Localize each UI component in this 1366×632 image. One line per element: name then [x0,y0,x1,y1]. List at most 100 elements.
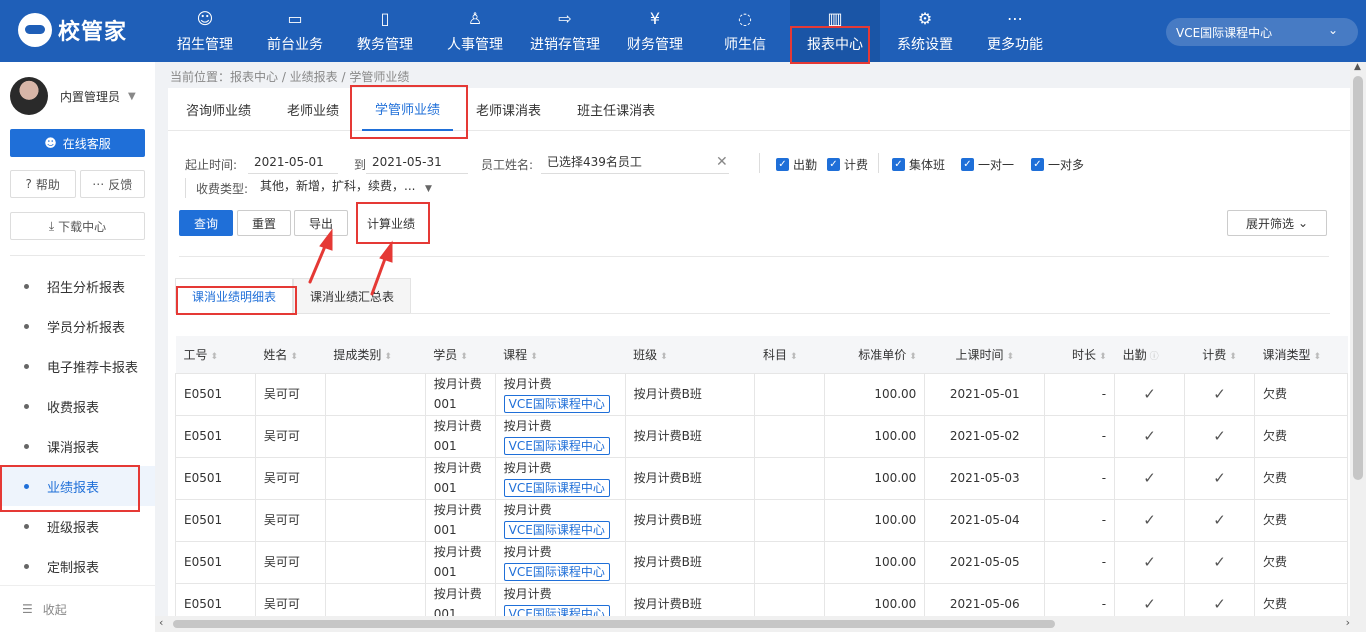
nav-reports[interactable]: ▥ 报表中心 [790,0,880,64]
logo-icon [18,13,52,47]
nav-academic[interactable]: ▯ 教务管理 [340,0,430,62]
sidebar: 内置管理员 ▼ ☻ 在线客服 ? 帮助 ⋯ 反馈 ⤓ 下载中心 招生分析报表 学员分析… [0,62,155,632]
cell-commission-type [325,583,426,616]
divider [878,153,879,173]
cell-commission-type [325,415,426,458]
online-service-button[interactable]: ☻ 在线客服 [10,129,145,157]
bullet-icon [24,443,29,449]
checkbox-billing[interactable]: ✓ 计费 [827,156,868,173]
course-name: 按月计费 [503,503,552,517]
col-commission-type[interactable]: 提成类别 ⬍ [325,336,426,374]
vertical-scrollbar[interactable]: ▲ [1350,62,1366,616]
check-icon: ✓ [1143,510,1156,529]
org-select[interactable]: VCE国际课程中心 ⌄ [1166,18,1358,46]
cell-student: 按月计费001 [425,373,496,416]
col-course[interactable]: 课程 ⬍ [495,336,626,374]
feedback-icon: ⋯ [92,177,105,191]
menu-item-consumption-report[interactable]: 课消报表 [0,426,155,466]
nav-settings[interactable]: ⚙ 系统设置 [880,0,970,62]
menu-item-fee-report[interactable]: 收费报表 [0,386,155,426]
query-button[interactable]: 查询 [179,210,233,236]
logo[interactable]: 校管家 [18,12,127,48]
monitor-icon: ▭ [287,8,303,28]
cell-staff-id: E0501 [175,373,256,416]
sort-icon: ⬍ [460,351,468,362]
expand-filter-button[interactable]: 展开筛选 ⌄ [1227,210,1327,236]
col-subject[interactable]: 科目 ⬍ [754,336,825,374]
checkbox-group-class[interactable]: ✓ 集体班 [892,156,945,173]
col-name[interactable]: 姓名 ⬍ [255,336,326,374]
date-to-input[interactable]: 2021-05-31 [366,152,468,174]
export-button[interactable]: 导出 [294,210,348,236]
table-row[interactable]: E0501 吴可可 按月计费001 按月计费 VCE国际课程中心 按月计费B班 100.00… [175,541,1348,584]
checkbox-one-on-one[interactable]: ✓ 一对一 [961,156,1014,173]
menu-item-class-report[interactable]: 班级报表 [0,506,155,546]
col-consumption-type[interactable]: 课消类型 ⬍ [1254,336,1348,374]
menu-item-custom-report[interactable]: 定制报表 [0,546,155,586]
scroll-up-icon[interactable]: ▲ [1354,62,1361,72]
checkbox-one-to-many[interactable]: ✓ 一对多 [1031,156,1084,173]
cell-course: 按月计费 VCE国际课程中心 [495,373,626,416]
nav-messaging[interactable]: ◌ 师生信 [700,0,790,62]
cell-unit-price: 100.00 [824,415,926,458]
check-icon: ✓ [1213,384,1226,403]
col-staff-id[interactable]: 工号 ⬍ [175,336,256,374]
help-circle-icon[interactable]: ⓘ [1150,352,1159,362]
date-from-input[interactable]: 2021-05-01 [248,152,338,174]
feedback-button[interactable]: ⋯ 反馈 [79,170,145,198]
col-attendance[interactable]: 出勤 ⓘ [1114,336,1185,374]
tab-homeroom-consumption[interactable]: 班主任课消表 [564,88,668,131]
cell-class: 按月计费B班 [625,415,756,458]
scroll-thumb[interactable] [1353,76,1363,480]
menu-item-referral-report[interactable]: 电子推荐卡报表 [0,346,155,386]
tab-summary[interactable]: 课消业绩汇总表 [293,278,412,314]
checkbox-attendance[interactable]: ✓ 出勤 [776,156,817,173]
tab-consultant[interactable]: 咨询师业绩 [173,88,264,131]
scroll-thumb[interactable] [173,620,1055,628]
col-duration[interactable]: 时长 ⬍ [1044,336,1115,374]
cell-duration: - [1044,499,1116,542]
table-row[interactable]: E0501 吴可可 按月计费001 按月计费 VCE国际课程中心 按月计费B班 100.00… [175,457,1348,500]
scroll-left-icon[interactable]: ‹ [159,616,163,629]
nav-front-desk[interactable]: ▭ 前台业务 [250,0,340,62]
checkbox-label: 出勤 [793,158,818,172]
clear-icon[interactable]: ✕ [716,154,728,170]
table-row[interactable]: E0501 吴可可 按月计费001 按月计费 VCE国际课程中心 按月计费B班 100.00… [175,373,1348,416]
nav-hr[interactable]: ♙ 人事管理 [430,0,520,62]
nav-enrollment[interactable]: ☺ 招生管理 [160,0,250,62]
col-class[interactable]: 班级 ⬍ [625,336,755,374]
table-row[interactable]: E0501 吴可可 按月计费001 按月计费 VCE国际课程中心 按月计费B班 100.00… [175,583,1348,616]
reset-button[interactable]: 重置 [237,210,291,236]
col-student[interactable]: 学员 ⬍ [425,336,496,374]
collapse-button[interactable]: ☰ 收起 [0,585,155,632]
col-class-time[interactable]: 上课时间 ⬍ [924,336,1045,374]
cell-subject [754,499,826,542]
nav-inventory[interactable]: ⇨ 进销存管理 [520,0,610,62]
divider [10,255,145,256]
download-center-button[interactable]: ⤓ 下载中心 [10,212,145,240]
chart-icon: ▥ [827,8,843,28]
menu-item-performance-report[interactable]: 业绩报表 [0,465,155,512]
sort-icon: ⬍ [1099,351,1107,362]
table-row[interactable]: E0501 吴可可 按月计费001 按月计费 VCE国际课程中心 按月计费B班 100.00… [175,415,1348,458]
menu-item-student-report[interactable]: 学员分析报表 [0,306,155,346]
staff-select[interactable]: 已选择439名员工 [541,152,729,174]
tab-teacher-consumption[interactable]: 老师课消表 [463,88,554,131]
col-unit-price[interactable]: 标准单价 ⬍ [824,336,925,374]
tab-teacher[interactable]: 老师业绩 [274,88,352,131]
tab-academic-advisor[interactable]: 学管师业绩 [350,85,469,139]
fee-type-label: 收费类型: [196,182,249,196]
user-menu[interactable]: 内置管理员 ▼ [10,76,150,116]
scroll-right-icon[interactable]: › [1346,616,1350,629]
nav-more[interactable]: ⋯ 更多功能 [970,0,1060,62]
help-button[interactable]: ? 帮助 [10,170,76,198]
fee-type-select[interactable]: 其他，新增，扩科，续费，... [254,176,440,198]
check-icon: ✓ [892,158,905,171]
menu-item-enrollment-report[interactable]: 招生分析报表 [0,266,155,306]
cell-commission-type [325,457,426,500]
col-billing[interactable]: 计费 ⬍ [1184,336,1255,374]
nav-finance[interactable]: ¥ 财务管理 [610,0,700,62]
cell-billing: ✓ [1184,373,1255,416]
horizontal-scrollbar[interactable]: ‹ › [155,616,1366,632]
table-row[interactable]: E0501 吴可可 按月计费001 按月计费 VCE国际课程中心 按月计费B班 100.00… [175,499,1348,542]
